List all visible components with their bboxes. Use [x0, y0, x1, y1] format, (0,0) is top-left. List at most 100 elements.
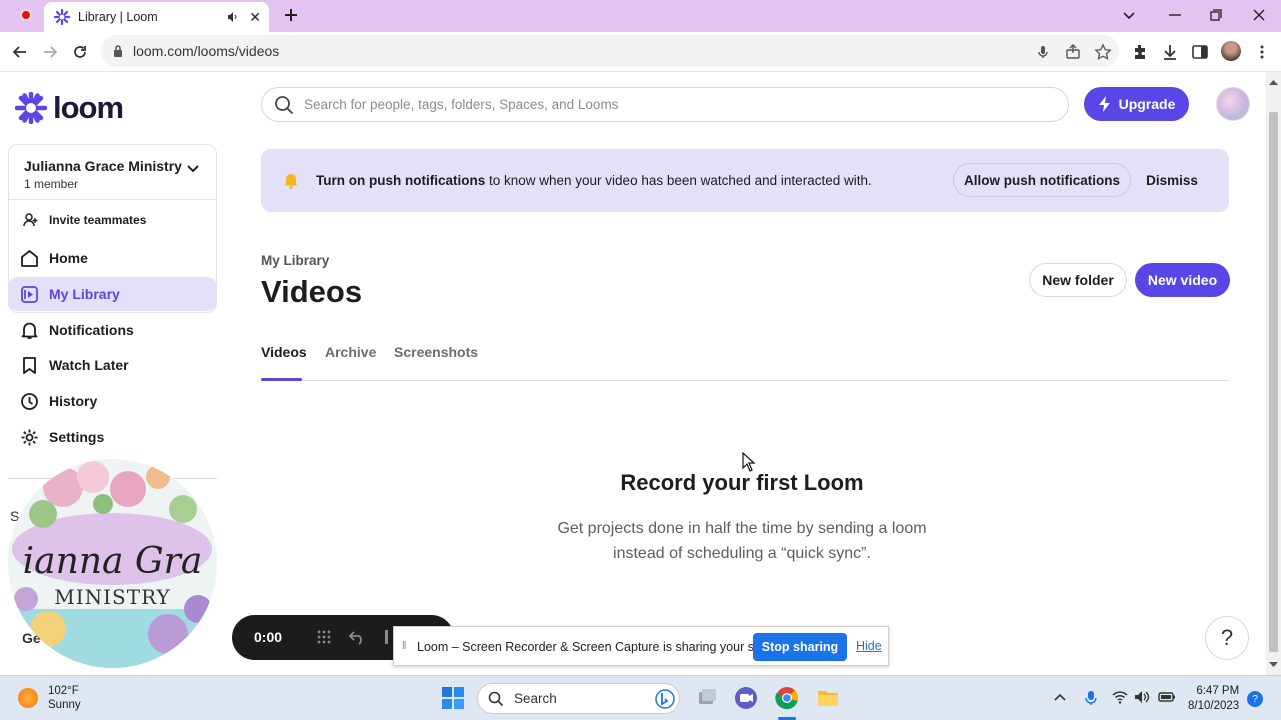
banner-message: Turn on push notifications to know when … [316, 173, 872, 188]
main-content: Upgrade Turn on push notifications to kn… [232, 72, 1266, 675]
sidebar-item-settings[interactable]: Settings [8, 420, 217, 454]
undo-icon[interactable] [348, 629, 366, 645]
browser-tab[interactable]: Library | Loom ✕ [44, 2, 269, 32]
invite-label: Invite teammates [49, 213, 147, 227]
chrome-icon[interactable] [774, 685, 800, 711]
drag-handle-icon[interactable] [316, 629, 332, 645]
sidebar-item-label: My Library [49, 286, 120, 302]
profile-avatar[interactable] [1221, 41, 1241, 61]
tab-title: Library | Loom [78, 10, 158, 24]
microphone-tray-icon[interactable] [1084, 690, 1098, 706]
address-bar[interactable]: loom.com/looms/videos [101, 35, 1119, 67]
badge-ministry-text: MINISTRY [54, 585, 171, 609]
new-video-button[interactable]: New video [1135, 263, 1230, 297]
close-tab-icon[interactable]: ✕ [249, 9, 261, 26]
pause-icon[interactable] [384, 629, 390, 645]
workspace-members: 1 member [24, 177, 79, 191]
sidebar: loom Julianna Grace Ministry 1 member In… [0, 72, 232, 675]
file-explorer-icon[interactable] [815, 685, 841, 711]
tab-videos[interactable]: Videos [261, 344, 307, 360]
bell-icon [21, 322, 38, 339]
chevron-down-icon [187, 165, 199, 173]
microphone-icon[interactable] [1034, 43, 1052, 61]
drag-grip-icon[interactable]: ‖ [402, 640, 407, 652]
empty-state-line: Get projects done in half the time by se… [557, 520, 927, 537]
bookmark-star-icon[interactable] [1094, 43, 1112, 61]
workspace-switcher[interactable]: Julianna Grace Ministry 1 member [9, 145, 216, 199]
battery-icon[interactable] [1158, 690, 1176, 704]
chevron-up-icon[interactable] [1053, 690, 1067, 704]
task-view-icon[interactable] [694, 685, 720, 711]
sidebar-item-history[interactable]: History [8, 384, 217, 418]
banner-bold-text: Turn on push notifications [316, 173, 486, 188]
scroll-thumb[interactable] [1269, 112, 1278, 652]
dismiss-button[interactable]: Dismiss [1139, 163, 1205, 197]
help-button[interactable]: ? [1205, 616, 1249, 660]
hide-link[interactable]: Hide [856, 639, 882, 653]
empty-state-description: Get projects done in half the time by se… [232, 516, 1252, 566]
upgrade-button[interactable]: Upgrade [1084, 87, 1189, 121]
library-icon [21, 285, 38, 303]
volume-icon[interactable] [1134, 690, 1150, 704]
restore-icon[interactable] [1207, 6, 1225, 24]
webcam-bubble[interactable]: ianna Gra MINISTRY [8, 459, 217, 668]
weather-widget[interactable]: 102°F Sunny [18, 684, 81, 712]
share-icon[interactable] [1064, 43, 1082, 61]
weather-text: 102°F Sunny [48, 684, 81, 712]
search-input[interactable] [304, 97, 1024, 112]
page-scrollbar[interactable] [1266, 72, 1281, 675]
menu-kebab-icon[interactable] [1253, 43, 1271, 61]
sidebar-item-watch-later[interactable]: Watch Later [8, 348, 217, 382]
workspace-avatar[interactable] [1216, 87, 1250, 121]
temperature: 102°F [48, 685, 79, 697]
mouse-cursor-icon [742, 452, 756, 472]
minimize-icon[interactable] [1166, 6, 1184, 24]
invite-teammates-button[interactable]: Invite teammates [23, 213, 146, 227]
extensions-icon[interactable] [1131, 43, 1149, 61]
back-icon[interactable] [11, 43, 29, 61]
taskbar-search[interactable]: Search [477, 683, 680, 714]
bell-warning-icon [284, 174, 298, 189]
windows-start-icon[interactable] [440, 685, 466, 711]
scroll-down-icon[interactable] [1266, 659, 1281, 671]
breadcrumb[interactable]: My Library [261, 253, 329, 268]
forward-icon[interactable] [41, 43, 59, 61]
sidebar-item-label: Home [49, 250, 88, 266]
home-icon [21, 249, 38, 267]
close-window-icon[interactable] [1250, 6, 1268, 24]
scroll-up-icon[interactable] [1266, 76, 1281, 88]
search-bar[interactable] [261, 87, 1069, 122]
tab-archive[interactable]: Archive [325, 344, 376, 360]
recording-timer: 0:00 [254, 629, 283, 645]
banner-rest-text: to know when your video has been watched… [485, 173, 872, 188]
sharing-message: Loom – Screen Recorder & Screen Capture … [417, 640, 789, 654]
clock-icon [21, 392, 38, 410]
sidebar-item-label: Settings [49, 429, 105, 445]
sidebar-item-my-library[interactable]: My Library [8, 277, 217, 311]
side-panel-icon[interactable] [1191, 43, 1209, 61]
speaker-icon[interactable] [227, 11, 239, 23]
help-tips-icon[interactable]: ? [1247, 691, 1263, 707]
sidebar-item-label: Notifications [49, 322, 134, 338]
sun-icon [18, 688, 38, 708]
sidebar-item-label: History [49, 393, 98, 409]
stop-sharing-button[interactable]: Stop sharing [753, 633, 847, 661]
lock-icon[interactable] [113, 45, 123, 57]
wifi-icon[interactable] [1112, 690, 1128, 704]
system-clock[interactable]: 6:47 PM 8/10/2023 [1188, 684, 1239, 714]
loom-logo[interactable]: loom [15, 90, 124, 126]
sidebar-item-home[interactable]: Home [8, 241, 217, 275]
divider [9, 199, 216, 200]
download-icon[interactable] [1161, 43, 1179, 61]
sidebar-item-notifications[interactable]: Notifications [8, 313, 217, 347]
teams-chat-icon[interactable] [733, 685, 759, 711]
empty-state-title: Record your first Loom [620, 470, 864, 495]
allow-push-notifications-button[interactable]: Allow push notifications [953, 163, 1131, 197]
new-folder-button[interactable]: New folder [1029, 263, 1127, 297]
tab-screenshots[interactable]: Screenshots [394, 344, 478, 360]
tab-search-chevron-icon[interactable] [1120, 6, 1138, 24]
new-tab-icon[interactable] [282, 6, 300, 24]
upgrade-label: Upgrade [1118, 96, 1176, 112]
reload-icon[interactable] [71, 43, 89, 61]
empty-state-line: instead of scheduling a “quick sync”. [613, 545, 871, 562]
